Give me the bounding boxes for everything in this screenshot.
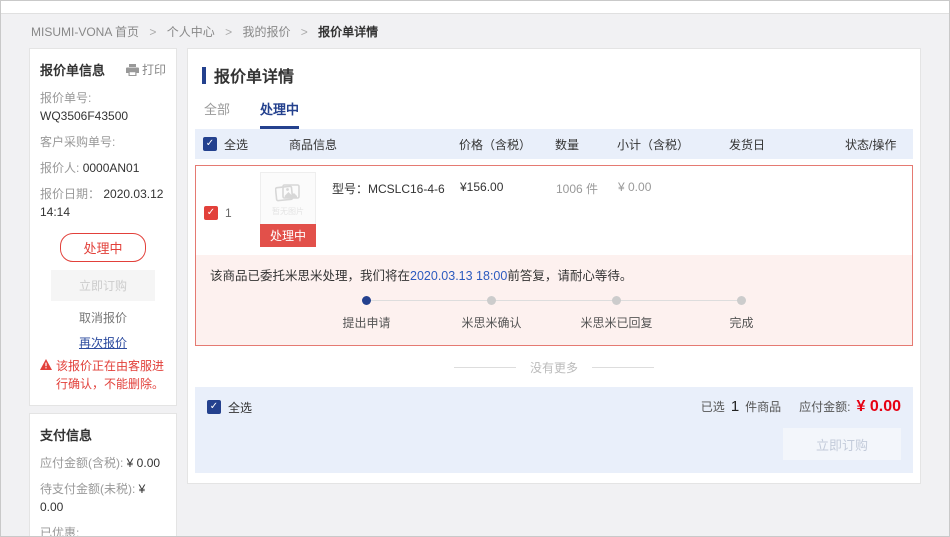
col-header-price: 价格（含税） — [459, 136, 555, 153]
quote-item: 1 暂无图片 处理中 型号：MCSLC16-4-6 ¥156.00 — [195, 165, 913, 346]
footer-select-all-label: 全选 — [228, 399, 252, 416]
payment-info-title: 支付信息 — [40, 425, 92, 444]
payable-amount-field: 应付金额(含税): ¥ 0.00 — [40, 454, 166, 472]
tabs: 全部 处理中 — [195, 97, 913, 129]
photo-icon — [275, 181, 301, 205]
print-label: 打印 — [142, 61, 166, 78]
step-complete: 完成 — [679, 296, 804, 331]
no-image-label: 暂无图片 — [272, 206, 304, 217]
printer-icon — [126, 64, 139, 76]
footer-bar: 全选 已选 1 件商品 应付金额: ¥ 0.00 立即订购 — [195, 387, 913, 473]
discount-field: 已优惠: — [40, 524, 166, 537]
col-header-product: 商品信息 — [259, 136, 459, 153]
main-panel: 报价单详情 全部 处理中 全选 商品信息 价格（含税） 数量 小计（含税） 发货… — [187, 48, 921, 484]
col-header-quantity: 数量 — [555, 136, 617, 153]
quote-info-section: 报价单信息 打印 报价单号: WQ3506F43500 客户采购单号: 报价人: — [29, 48, 177, 406]
table-header: 全选 商品信息 价格（含税） 数量 小计（含税） 发货日 状态/操作 — [195, 129, 913, 159]
item-status-badge: 处理中 — [260, 224, 316, 247]
item-checkbox[interactable] — [204, 206, 218, 220]
title-accent-bar — [202, 67, 206, 84]
breadcrumb-home[interactable]: MISUMI-VONA 首页 — [31, 25, 139, 39]
payment-info-section: 支付信息 应付金额(含税): ¥ 0.00 待支付金额(未税): ¥ 0.00 … — [29, 413, 177, 537]
breadcrumb-separator: > — [225, 25, 232, 39]
requote-link[interactable]: 再次报价 — [40, 334, 166, 351]
notice-text: 该商品已委托米思米处理，我们将在2020.03.13 18:00前答复，请耐心等… — [210, 265, 898, 284]
quote-date-field: 报价日期： 2020.03.12 14:14 — [40, 185, 166, 221]
divider-line — [592, 367, 654, 368]
breadcrumb-my-quotes[interactable]: 我的报价 — [242, 25, 290, 39]
table-row: 1 暂无图片 处理中 型号：MCSLC16-4-6 ¥156.00 — [196, 166, 912, 255]
selected-count: 1 — [731, 398, 739, 415]
breadcrumb-personal-center[interactable]: 个人中心 — [167, 25, 215, 39]
payable-label: 应付金额: — [799, 398, 850, 415]
col-header-subtotal: 小计（含税） — [617, 136, 729, 153]
quote-warning: 该报价正在由客服进行确认，不能删除。 — [40, 357, 166, 393]
quote-number-field: 报价单号: WQ3506F43500 — [40, 89, 166, 125]
step-misumi-confirm: 米思米确认 — [429, 296, 554, 331]
select-all-checkbox[interactable] — [203, 137, 217, 151]
select-all-label: 全选 — [224, 136, 248, 153]
breadcrumb: MISUMI-VONA 首页 > 个人中心 > 我的报价 > 报价单详情 — [1, 14, 949, 48]
sidebar: 报价单信息 打印 报价单号: WQ3506F43500 客户采购单号: 报价人: — [29, 48, 177, 537]
step-dot — [737, 296, 746, 305]
product-image-placeholder[interactable]: 暂无图片 — [260, 172, 316, 224]
no-more-label: 没有更多 — [530, 359, 578, 376]
no-more-divider: 没有更多 — [195, 359, 913, 376]
breadcrumb-current: 报价单详情 — [318, 25, 378, 39]
page: MISUMI-VONA 首页 > 个人中心 > 我的报价 > 报价单详情 报价单… — [0, 0, 950, 537]
step-misumi-replied: 米思米已回复 — [554, 296, 679, 331]
step-dot — [487, 296, 496, 305]
order-now-button[interactable]: 立即订购 — [51, 270, 155, 301]
customer-po-field: 客户采购单号: — [40, 133, 166, 151]
payable-value: ¥ 0.00 — [857, 398, 901, 416]
unpaid-amount-field: 待支付金额(未税): ¥ 0.00 — [40, 480, 166, 516]
item-quantity: 1006 件 — [556, 172, 618, 197]
progress-steps: 提出申请 米思米确认 米思米已回复 完成 — [304, 296, 804, 331]
item-subtotal: ¥ 0.00 — [618, 172, 730, 194]
item-model: 型号：MCSLC16-4-6 — [332, 172, 445, 247]
quoter-field: 报价人: 0000AN01 — [40, 159, 166, 177]
warning-icon — [40, 359, 52, 370]
status-pill: 处理中 — [60, 233, 145, 262]
step-dot — [612, 296, 621, 305]
processing-notice: 该商品已委托米思米处理，我们将在2020.03.13 18:00前答复，请耐心等… — [196, 255, 912, 345]
item-price: ¥156.00 — [460, 172, 556, 194]
reply-deadline: 2020.03.13 18:00 — [410, 269, 507, 283]
warning-text: 该报价正在由客服进行确认，不能删除。 — [56, 357, 166, 393]
top-strip — [1, 1, 949, 14]
item-index: 1 — [225, 206, 232, 220]
col-header-ship-date: 发货日 — [729, 136, 845, 153]
step-submitted: 提出申请 — [304, 296, 429, 331]
breadcrumb-separator: > — [301, 25, 308, 39]
selected-suffix: 件商品 — [745, 398, 781, 415]
selected-prefix: 已选 — [701, 398, 725, 415]
divider-line — [454, 367, 516, 368]
col-header-status: 状态/操作 — [845, 136, 905, 153]
quote-info-title: 报价单信息 — [40, 60, 105, 79]
step-dot-active — [362, 296, 371, 305]
cancel-quote-link[interactable]: 取消报价 — [40, 309, 166, 326]
footer-order-button[interactable]: 立即订购 — [783, 428, 901, 460]
breadcrumb-separator: > — [149, 25, 156, 39]
tab-processing[interactable]: 处理中 — [260, 99, 299, 129]
print-button[interactable]: 打印 — [126, 61, 166, 78]
footer-select-all-checkbox[interactable] — [207, 400, 221, 414]
page-title: 报价单详情 — [214, 63, 294, 87]
tab-all[interactable]: 全部 — [204, 99, 230, 129]
